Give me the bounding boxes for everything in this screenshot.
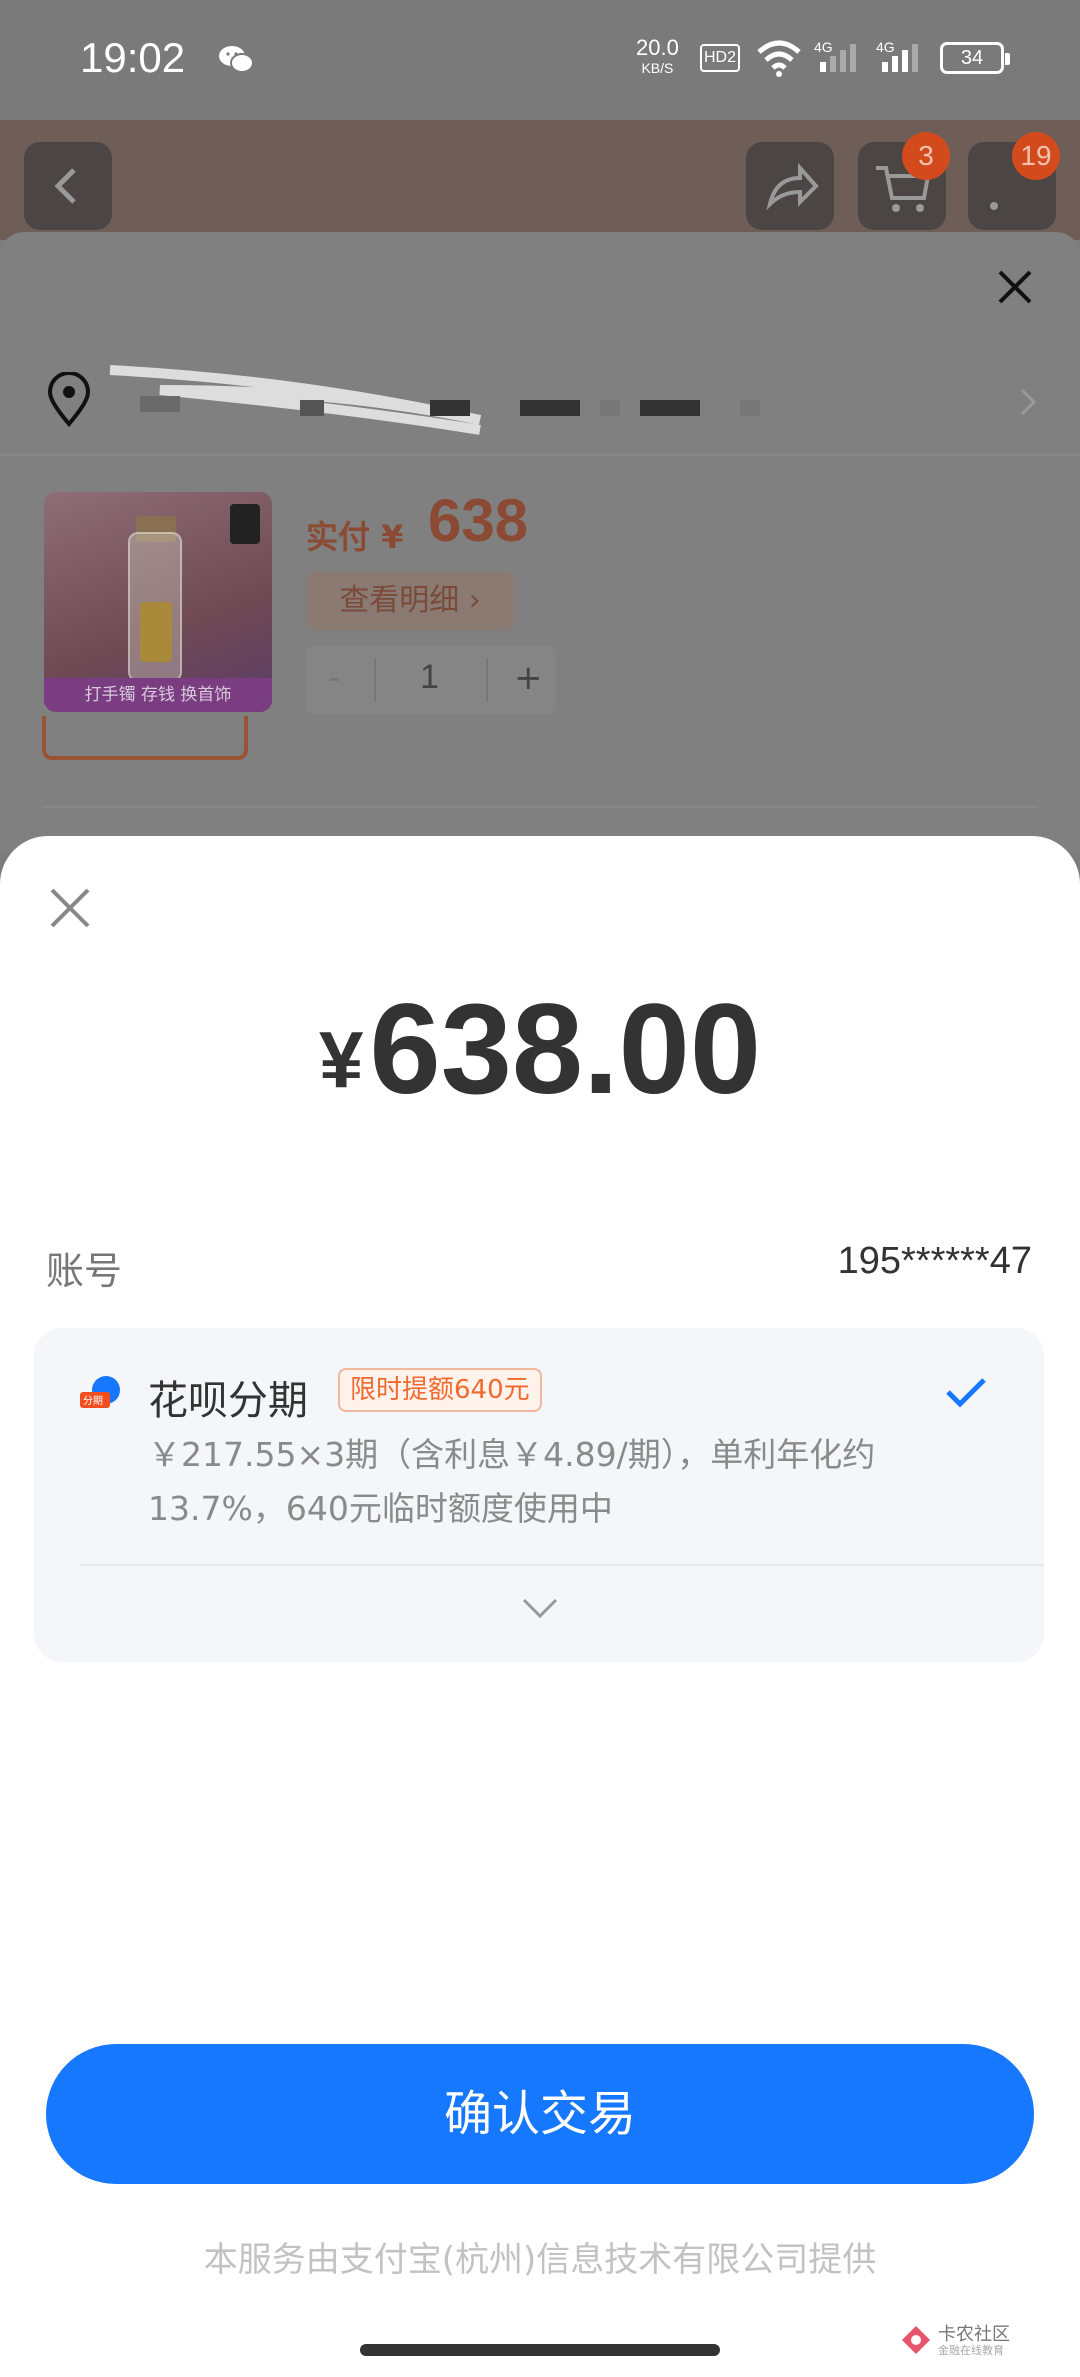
status-time: 19:02 [80,34,186,81]
signal-2-label: 4G [876,39,895,55]
signal-icon-2: 4G [876,38,932,82]
spec-option[interactable] [42,716,248,760]
installment-description: ￥217.55×3期（含利息￥4.89/期），单利年化约13.7%，640元临时… [148,1435,876,1528]
message-badge: 19 [1012,132,1060,180]
provider-footer: 本服务由支付宝(杭州)信息技术有限公司提供 [203,2240,877,2280]
close-icon[interactable] [46,884,94,932]
pay-amount: 638 [428,487,529,554]
hd-icon: HD2 [700,44,740,72]
brand-tag [230,504,260,544]
huabei-icon: 分期 [80,1376,120,1408]
watermark-logo-icon [902,2326,930,2354]
watermark: 卡农社区 金融在线教育 [900,2320,1050,2360]
network-speed-unit: KB/S [641,60,674,76]
wechat-icon [219,46,254,73]
more-button[interactable]: 19 [968,132,1060,230]
payment-amount: ¥638.00 [0,976,1080,1123]
chevron-down-icon[interactable] [520,1594,560,1622]
currency-symbol: ¥ [319,1015,364,1104]
watermark-subtitle: 金融在线教育 [938,2344,1004,2357]
svg-text:分期: 分期 [83,1395,103,1407]
quantity-value[interactable]: 1 [420,658,439,697]
divider [80,1564,1044,1566]
confirm-transaction-button[interactable]: 确认交易 [46,2044,1034,2184]
close-icon[interactable] [990,262,1040,312]
huabei-installment-option[interactable]: 分期 花呗分期 限时提额640元 ￥217.55×3期（含利息￥4.89/期），… [34,1328,1044,1662]
cart-button[interactable]: 3 [858,132,950,230]
promo-badge: 限时提额640元 [338,1368,542,1412]
pay-label: 实付 ¥ [306,518,404,556]
back-button[interactable] [24,142,112,230]
wifi-icon [757,40,801,77]
gold-bar [140,602,172,662]
account-value: 195******47 [837,1240,1032,1282]
network-speed: 20.0 KB/S [636,35,679,78]
thumb-ribbon: 打手镯 存钱 换首饰 [44,678,272,712]
share-icon [766,162,819,211]
quantity-stepper: - 1 + [306,646,556,714]
signal-1-label: 4G [814,39,833,55]
view-detail-button[interactable]: 查看明细 › [306,572,514,630]
decrease-button[interactable]: - [328,658,340,698]
product-thumbnail: 打手镯 存钱 换首饰 [44,492,272,712]
checkmark-icon [946,1378,986,1408]
network-speed-value: 20.0 [636,35,679,60]
account-label: 账号 [46,1249,123,1293]
divider [0,454,1080,456]
increase-button[interactable]: + [514,658,543,698]
location-icon [47,372,91,428]
chevron-right-icon [1020,388,1037,416]
amount-value: 638.00 [369,978,762,1121]
battery-icon: 34 [940,42,1010,74]
status-bar: 19:02 20.0 KB/S HD2 4G 4G 34 [0,0,1080,120]
share-button[interactable] [746,142,834,230]
home-indicator[interactable] [360,2344,720,2356]
signal-icon-1: 4G [814,38,870,82]
option-title: 花呗分期 [148,1378,308,1424]
stepper-divider [486,658,488,702]
payment-panel: ¥638.00 账号 195******47 分期 花呗分期 限时提额640元 … [0,836,1080,2377]
cart-badge: 3 [902,132,950,180]
stepper-divider [374,658,376,702]
product-header: 3 19 [0,120,1080,240]
divider [42,806,1038,808]
chevron-left-icon [54,168,76,204]
order-sheet: 打手镯 存钱 换首饰 实付 ¥ 638 查看明细 › - 1 + [0,232,1080,852]
